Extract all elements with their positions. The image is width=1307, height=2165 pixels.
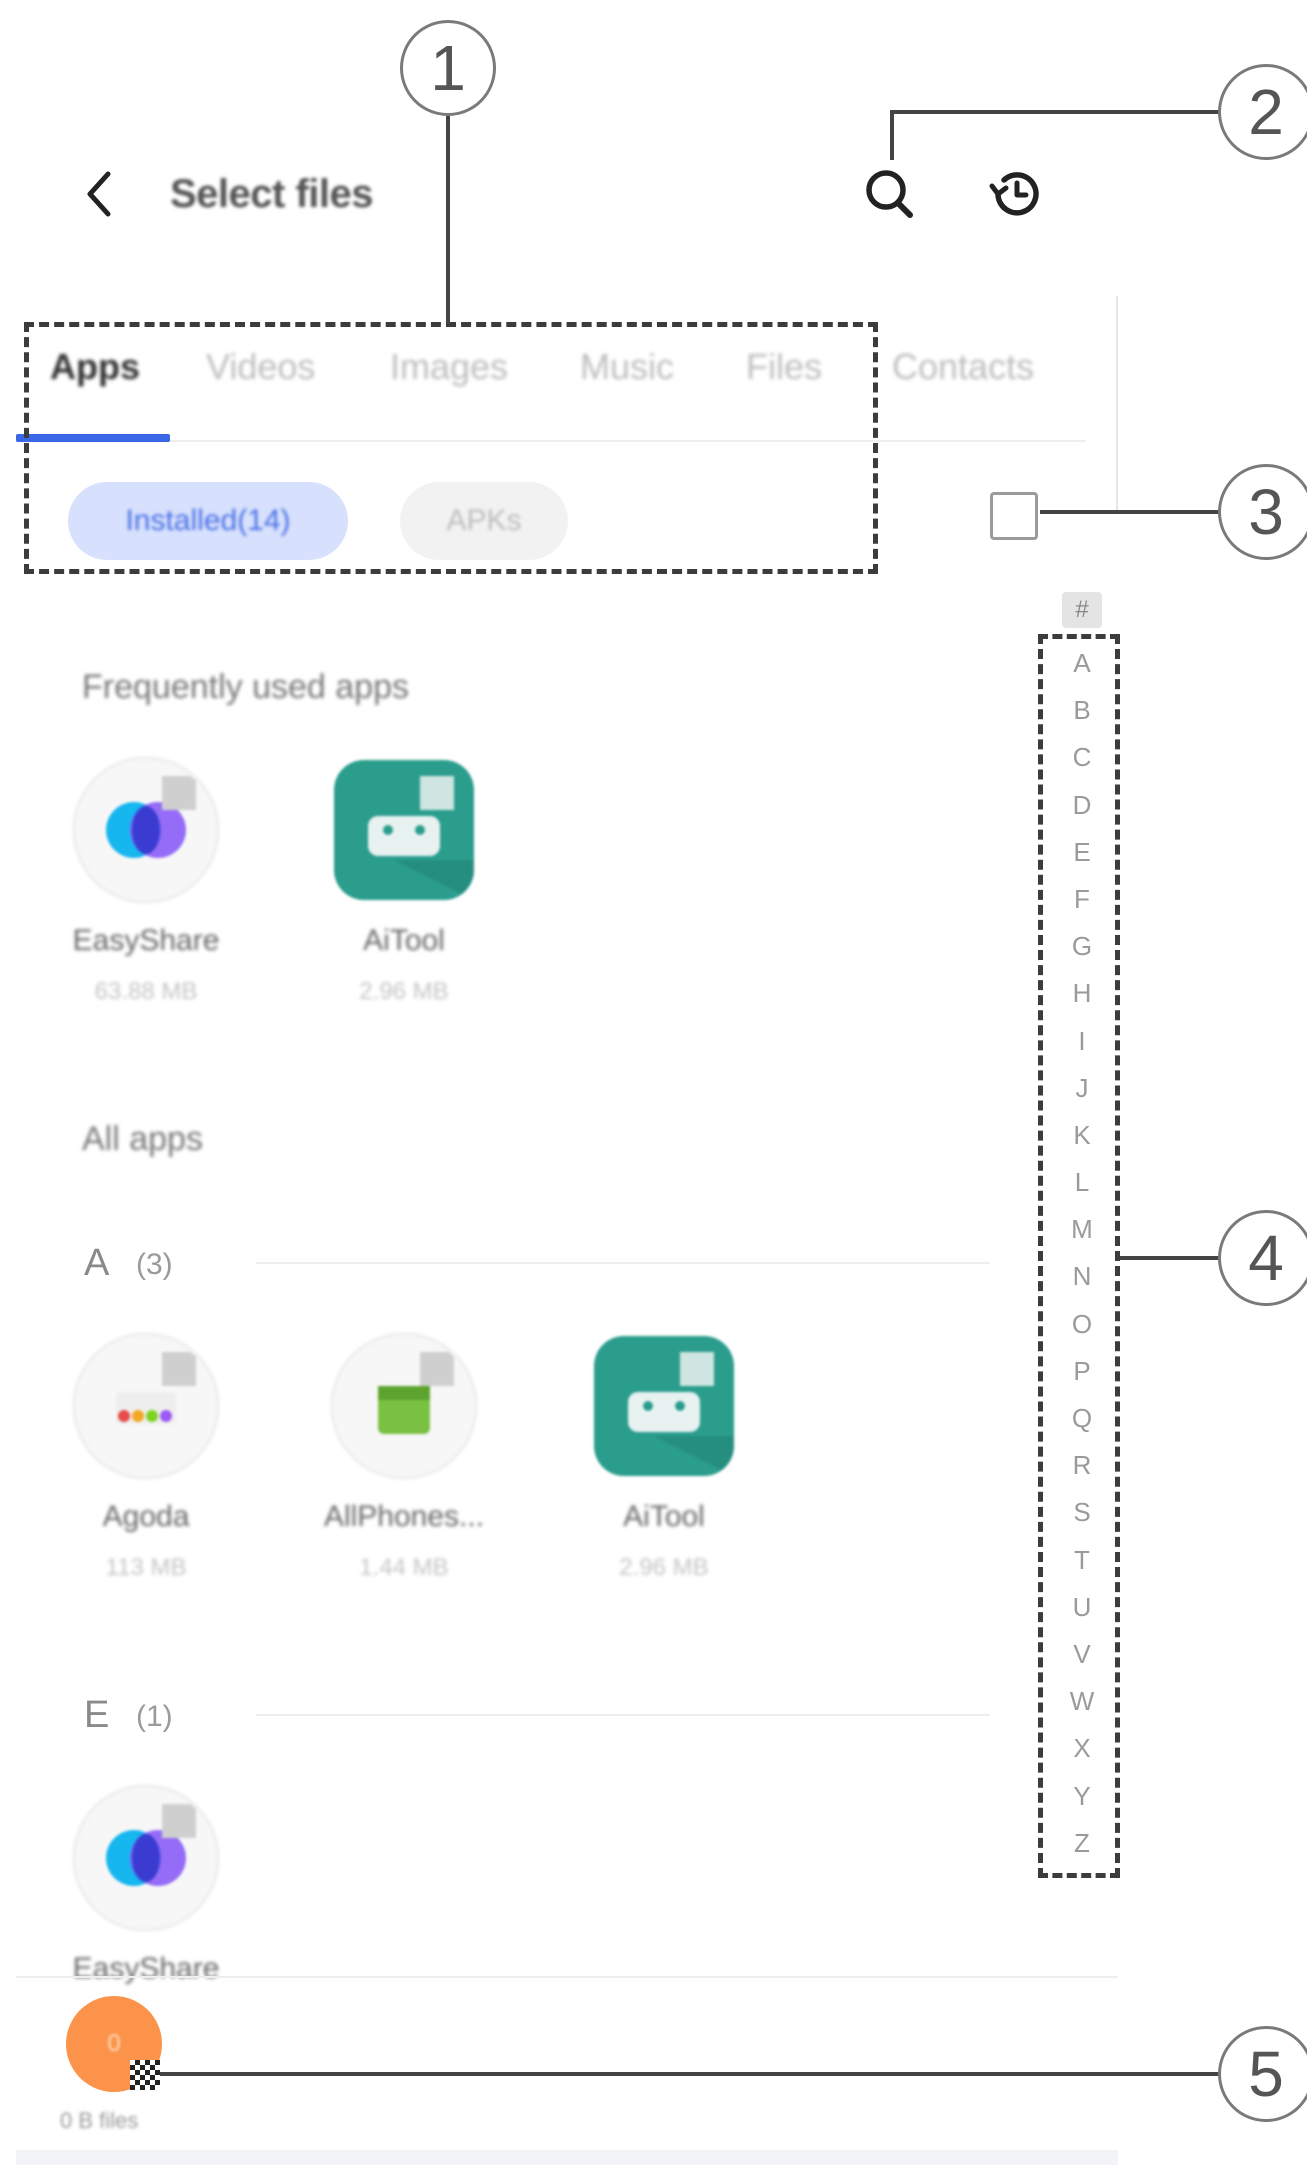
tab-contacts[interactable]: Contacts (892, 346, 1034, 388)
page-title: Select files (170, 172, 374, 216)
app-name: EasyShare (72, 1952, 220, 1985)
all-apps-title: All apps (82, 1120, 203, 1158)
group-letter-e: E (84, 1694, 110, 1736)
frequently-used-title: Frequently used apps (82, 668, 409, 706)
annotation-box-alphabet-index (1038, 634, 1120, 1878)
android-app-icon (334, 760, 474, 900)
agoda-app-icon (76, 1336, 216, 1476)
app-name: AiTool (363, 924, 445, 957)
select-all-checkbox[interactable] (990, 492, 1038, 540)
callout-5: 5 (1218, 2026, 1307, 2122)
group-divider (256, 1714, 990, 1716)
app-item-aitool-2[interactable]: AiTool 2.96 MB (564, 1336, 764, 1582)
callout-line-2-drop (890, 110, 894, 160)
app-name: AllPhones... (323, 1500, 485, 1533)
bottom-divider (16, 1976, 1118, 1978)
allphones-app-icon (334, 1336, 474, 1476)
selected-size: 0 B files (60, 2108, 139, 2133)
callout-line-2 (890, 110, 1220, 114)
app-size: 63.88 MB (94, 978, 198, 1005)
group-divider (256, 1262, 990, 1264)
app-name: Agoda (102, 1500, 190, 1533)
group-count-e: (1) (136, 1700, 173, 1733)
app-size: 2.96 MB (359, 978, 449, 1005)
app-name: EasyShare (72, 924, 220, 957)
search-icon[interactable] (862, 166, 918, 222)
callout-1: 1 (400, 20, 496, 116)
select-files-screen: Select files Apps Videos Images Music Fi… (0, 0, 1307, 2165)
bottom-strip (16, 2150, 1118, 2165)
app-item-easyshare-2[interactable]: EasyShare (46, 1788, 246, 1986)
group-count-a: (3) (136, 1248, 173, 1281)
app-item-easyshare[interactable]: EasyShare 63.88 MB (46, 760, 246, 1006)
group-letter-a: A (84, 1242, 110, 1284)
qr-code-icon (130, 2060, 160, 2090)
callout-2: 2 (1218, 64, 1307, 160)
android-app-icon (594, 1336, 734, 1476)
app-size: 113 MB (105, 1554, 187, 1581)
back-arrow-icon[interactable] (80, 168, 120, 220)
callout-3: 3 (1218, 464, 1307, 560)
app-size: 2.96 MB (619, 1554, 709, 1581)
callout-line-4 (1120, 1256, 1220, 1260)
vertical-divider (1116, 296, 1118, 510)
app-item-allphones[interactable]: AllPhones... 1.44 MB (304, 1336, 504, 1582)
annotation-box-tabs-filters (24, 322, 878, 574)
easyshare-app-icon (76, 760, 216, 900)
selected-count: 0 (107, 2030, 121, 2057)
app-item-aitool[interactable]: AiTool 2.96 MB (304, 760, 504, 1006)
callout-4: 4 (1218, 1210, 1307, 1306)
history-icon[interactable] (986, 164, 1046, 224)
app-size: 1.44 MB (359, 1554, 449, 1581)
app-name: AiTool (623, 1500, 705, 1533)
callout-line-1 (446, 112, 450, 324)
callout-line-5 (150, 2072, 1220, 2076)
callout-line-3 (1040, 510, 1220, 514)
easyshare-app-icon (76, 1788, 216, 1928)
index-hash[interactable]: # (1062, 592, 1102, 628)
app-item-agoda[interactable]: Agoda 113 MB (46, 1336, 246, 1582)
